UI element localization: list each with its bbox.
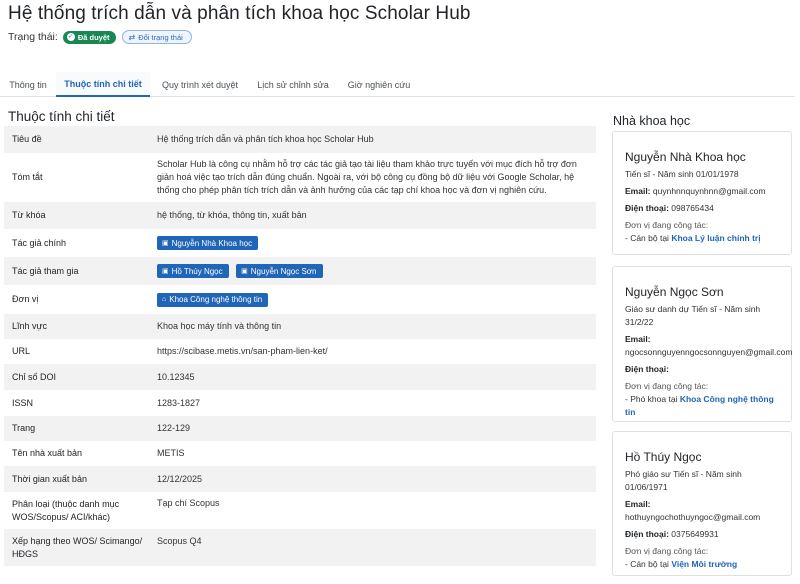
check-circle-icon: ✓ bbox=[66, 33, 75, 41]
table-row: Tiêu đề Hệ thống trích dẫn và phân tích … bbox=[4, 126, 596, 153]
row-value: 122-129 bbox=[149, 416, 596, 441]
tab-bar: Thông tin Thuộc tính chi tiết Quy trình … bbox=[0, 72, 795, 97]
row-value: ▣ Nguyễn Nhà Khoa học bbox=[149, 229, 596, 257]
scientist-phone: Điện thoại: bbox=[625, 364, 669, 374]
row-key: ISSN bbox=[12, 397, 34, 408]
scientist-degree: Tiến sĩ - Năm sinh 01/01/1978 bbox=[625, 169, 739, 179]
scientist-unit: - Cán bộ tại Viện Môi trường bbox=[625, 559, 738, 569]
chip-label: Hồ Thúy Ngọc bbox=[171, 266, 223, 276]
scientist-unit: - Phó khoa tại Khoa Công nghệ thông tin bbox=[625, 394, 774, 417]
table-row: Trang 122-129 bbox=[4, 416, 596, 441]
scientist-unit: - Cán bộ tại Khoa Lý luận chính trị bbox=[625, 233, 761, 243]
row-key: Tác giả chính bbox=[12, 237, 67, 248]
status-label: Trạng thái: bbox=[8, 31, 58, 43]
table-row: Chỉ số DOI 10.12345 bbox=[4, 364, 596, 390]
row-key: Xếp hạng theo WOS/ Scimango/ HĐGS bbox=[4, 529, 149, 566]
scientist-name[interactable]: Nguyễn Ngọc Sơn bbox=[625, 285, 781, 299]
scientist-unit-label: Đơn vị đang công tác: bbox=[625, 381, 709, 391]
row-value: 10.12345 bbox=[149, 364, 596, 390]
row-value: Khoa học máy tính và thông tin bbox=[149, 314, 596, 339]
chip-label: Nguyễn Ngọc Sơn bbox=[250, 266, 317, 276]
row-key: Tên nhà xuất bản bbox=[12, 448, 83, 458]
row-value: https://scibase.metis.vn/san-pham-lien-k… bbox=[157, 346, 328, 356]
unit-link[interactable]: Viện Môi trường bbox=[671, 559, 737, 569]
table-row: Lĩnh vực Khoa học máy tính và thông tin bbox=[4, 314, 596, 339]
scientist-name[interactable]: Nguyễn Nhà Khoa học bbox=[625, 150, 781, 164]
scientist-card: Nguyễn Ngọc Sơn Giáo sư danh dự Tiến sĩ … bbox=[612, 266, 792, 422]
unit-link[interactable]: Khoa Lý luận chính trị bbox=[671, 233, 760, 243]
row-key: Từ khóa bbox=[4, 202, 149, 229]
tab-research-hours[interactable]: Giờ nghiên cứu bbox=[336, 72, 422, 97]
scientist-phone: Điện thoại: 0375649931 bbox=[625, 529, 719, 539]
row-value: Scholar Hub là công cụ nhằm hỗ trợ các t… bbox=[157, 159, 577, 195]
row-value: METIS bbox=[157, 448, 185, 458]
change-status-button[interactable]: ⇄ Đổi trạng thái bbox=[121, 30, 192, 44]
scientists-title: Nhà khoa học bbox=[613, 114, 691, 128]
scientist-unit-label: Đơn vị đang công tác: bbox=[625, 220, 709, 230]
author-chip[interactable]: ▣ Nguyễn Ngọc Sơn bbox=[236, 264, 323, 279]
table-row: Tác giả chính ▣ Nguyễn Nhà Khoa học bbox=[4, 229, 596, 257]
table-row: Từ khóa hệ thống, từ khóa, thông tin, xu… bbox=[4, 202, 596, 229]
table-row: Thời gian xuất bản 12/12/2025 bbox=[4, 466, 596, 492]
scientist-email: Email: quynhnnquynhnn@gmail.com bbox=[625, 186, 766, 196]
page-title: Hệ thống trích dẫn và phân tích khoa học… bbox=[8, 3, 471, 24]
tab-edit-history[interactable]: Lịch sử chỉnh sửa bbox=[250, 72, 336, 97]
row-key: Trang bbox=[4, 416, 149, 441]
status-row: Trạng thái: ✓ Đã duyệt ⇄ Đổi trạng thái bbox=[8, 29, 192, 45]
tab-detail-attributes[interactable]: Thuộc tính chi tiết bbox=[56, 72, 150, 97]
change-status-label: Đổi trạng thái bbox=[138, 32, 183, 42]
chip-label: Khoa Công nghệ thông tin bbox=[169, 295, 263, 305]
scientist-degree: Giáo sư danh dự Tiến sĩ - Năm sinh 31/2/… bbox=[625, 304, 761, 327]
scientist-name[interactable]: Hồ Thúy Ngọc bbox=[625, 450, 781, 464]
table-row: Tên nhà xuất bản METIS bbox=[4, 441, 596, 466]
section-title: Thuộc tính chi tiết bbox=[8, 109, 115, 124]
scientist-degree: Phó giáo sư Tiến sĩ - Năm sinh 01/06/197… bbox=[625, 469, 742, 492]
person-badge-icon: ▣ bbox=[241, 267, 248, 275]
person-badge-icon: ▣ bbox=[162, 239, 169, 247]
row-key: Tóm tắt bbox=[12, 172, 43, 182]
status-badge-text: Đã duyệt bbox=[77, 32, 110, 42]
scientist-email: Email: hothuyngochothuyngoc@gmail.com bbox=[625, 499, 761, 522]
scientist-unit-label: Đơn vị đang công tác: bbox=[625, 546, 709, 556]
row-key: Lĩnh vực bbox=[4, 314, 149, 339]
row-key: Tiêu đề bbox=[4, 126, 149, 153]
author-chip[interactable]: ▣ Nguyễn Nhà Khoa học bbox=[157, 236, 259, 251]
table-row: Tác giả tham gia ▣ Hồ Thúy Ngọc ▣ Nguyễn N… bbox=[4, 257, 596, 285]
tab-info[interactable]: Thông tin bbox=[0, 72, 56, 97]
person-badge-icon: ▣ bbox=[162, 267, 169, 275]
scientist-email: Email: ngocsonnguyenngocsonnguyen@gmail.c… bbox=[625, 334, 793, 357]
table-row: URL https://scibase.metis.vn/san-pham-li… bbox=[4, 339, 596, 364]
row-value: ▣ Hồ Thúy Ngọc ▣ Nguyễn Ngọc Sơn bbox=[149, 257, 596, 285]
status-badge: ✓ Đã duyệt bbox=[62, 30, 116, 44]
tab-review-process[interactable]: Quy trình xét duyệt bbox=[150, 72, 250, 97]
row-key: Chỉ số DOI bbox=[4, 364, 149, 390]
table-row: Phân loại (thuộc danh mục WOS/Scopus/ AC… bbox=[4, 492, 596, 529]
row-key: Phân loại (thuộc danh mục WOS/Scopus/ AC… bbox=[12, 498, 120, 522]
scientist-card: Hồ Thúy Ngọc Phó giáo sư Tiến sĩ - Năm s… bbox=[612, 431, 792, 576]
row-value: Hệ thống trích dẫn và phân tích khoa học… bbox=[149, 126, 596, 153]
detail-table: Tiêu đề Hệ thống trích dẫn và phân tích … bbox=[4, 126, 596, 566]
row-key: Thời gian xuất bản bbox=[4, 466, 149, 492]
bank-icon: ⌂ bbox=[162, 296, 167, 304]
author-chip[interactable]: ▣ Hồ Thúy Ngọc bbox=[157, 264, 229, 279]
scientist-phone: Điện thoại: 098765434 bbox=[625, 203, 714, 213]
table-row: ISSN 1283-1827 bbox=[4, 390, 596, 416]
chip-label: Nguyễn Nhà Khoa học bbox=[171, 238, 253, 248]
row-key: Đơn vị bbox=[12, 294, 39, 304]
row-value: 1283-1827 bbox=[157, 397, 201, 408]
row-value: Tạp chí Scopus bbox=[157, 498, 220, 508]
table-row: Đơn vị ⌂ Khoa Công nghệ thông tin bbox=[4, 285, 596, 314]
row-value: 12/12/2025 bbox=[149, 466, 596, 492]
table-row: Tóm tắt Scholar Hub là công cụ nhằm hỗ t… bbox=[4, 153, 596, 202]
row-value: hệ thống, từ khóa, thông tin, xuất bản bbox=[149, 202, 596, 229]
unit-chip[interactable]: ⌂ Khoa Công nghệ thông tin bbox=[157, 292, 269, 307]
row-key: URL bbox=[12, 346, 31, 356]
swap-arrows-icon: ⇄ bbox=[128, 32, 136, 42]
row-value: Scopus Q4 bbox=[149, 529, 596, 566]
table-row: Xếp hạng theo WOS/ Scimango/ HĐGS Scopus… bbox=[4, 529, 596, 566]
row-key: Tác giả tham gia bbox=[4, 257, 149, 285]
scientist-card: Nguyễn Nhà Khoa học Tiến sĩ - Năm sinh 0… bbox=[612, 131, 792, 255]
row-value: ⌂ Khoa Công nghệ thông tin bbox=[149, 285, 596, 314]
